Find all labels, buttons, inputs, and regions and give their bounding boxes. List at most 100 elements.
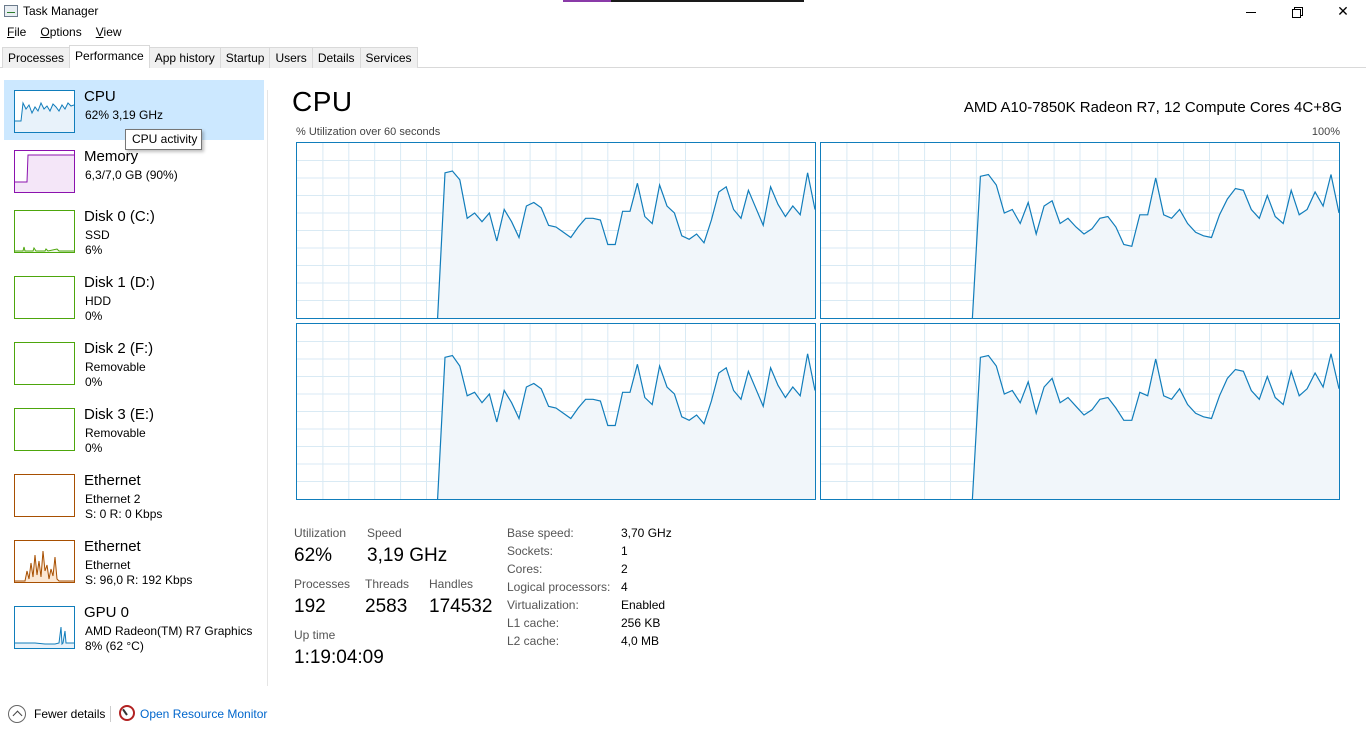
menu-file-label: ile: [14, 25, 27, 39]
menu-options-accel: O: [40, 25, 50, 39]
cpu-core-graph-svg-3: [821, 324, 1339, 499]
close-button[interactable]: ✕: [1320, 0, 1366, 23]
sidebar-title-cpu: CPU: [84, 88, 116, 105]
sidebar-subtitle-gpu0-0: AMD Radeon(TM) R7 Graphics: [85, 624, 253, 638]
sidebar-thumbnail-ethernet1: [14, 474, 75, 517]
logical-processors-value: 4: [621, 580, 628, 594]
tab-startup[interactable]: Startup: [219, 47, 271, 68]
sidebar-title-gpu0: GPU 0: [84, 604, 130, 621]
sidebar-subtitle-disk2-0: Removable: [85, 360, 146, 374]
virtualization-value: Enabled: [621, 598, 666, 612]
cpu-core-graph-svg-2: [297, 324, 815, 499]
sidebar-item-disk1[interactable]: Disk 1 (D:) HDD 0%: [4, 266, 264, 326]
sidebar-subtitle-disk1-0: HDD: [85, 294, 111, 308]
menu-view-label: iew: [103, 25, 122, 39]
processes-label: Processes: [294, 577, 351, 591]
sockets-label: Sockets:: [507, 544, 554, 558]
sockets-value: 1: [621, 544, 628, 558]
sidebar-title-disk1: Disk 1 (D:): [84, 274, 155, 291]
tab-details[interactable]: Details: [311, 47, 361, 68]
sidebar-subtitle-ethernet2-0: Ethernet: [85, 558, 131, 572]
handles-value: 174532: [429, 596, 493, 617]
logical-processors-label: Logical processors:: [507, 580, 611, 594]
sidebar-title-disk0: Disk 0 (C:): [84, 208, 155, 225]
chevron-up-icon[interactable]: [8, 705, 26, 723]
cores-value: 2: [621, 562, 628, 576]
title-bar[interactable]: Task Manager ✕: [0, 0, 1366, 23]
threads-value: 2583: [365, 596, 408, 617]
uptime-label: Up time: [294, 628, 336, 642]
speed-label: Speed: [367, 526, 402, 540]
sidebar-subtitle-disk2-1: 0%: [85, 375, 103, 389]
sidebar-sparkline-gpu0: [15, 626, 74, 648]
restore-icon: [1292, 6, 1303, 18]
sidebar-subtitle-memory-0: 6,3/7,0 GB (90%): [85, 168, 178, 182]
sidebar-subtitle-ethernet1-1: S: 0 R: 0 Kbps: [85, 507, 163, 521]
page-title: CPU: [292, 86, 353, 117]
utilization-label: Utilization: [294, 526, 347, 540]
cpu-core-graph-svg-1: [821, 143, 1339, 318]
handles-label: Handles: [429, 577, 474, 591]
tab-processes[interactable]: Processes: [2, 47, 71, 68]
sidebar-sparkline-disk1: [15, 277, 74, 318]
sidebar-sparkline-cpu: [15, 101, 74, 132]
sidebar-subtitle-ethernet2-1: S: 96,0 R: 192 Kbps: [85, 573, 193, 587]
sidebar-title-disk2: Disk 2 (F:): [84, 340, 154, 357]
sidebar-sparkline-fill-cpu: [15, 103, 74, 132]
footer-divider: [110, 706, 111, 722]
tab-performance[interactable]: Performance: [69, 45, 150, 68]
graph-caption: % Utilization over 60 seconds: [296, 126, 441, 138]
sidebar-item-gpu0[interactable]: GPU 0 AMD Radeon(TM) R7 Graphics 8% (62 °C…: [4, 596, 264, 656]
virtualization-label: Virtualization:: [507, 598, 579, 612]
sidebar-thumbnail-ethernet2: [14, 540, 75, 583]
open-resource-monitor-link[interactable]: Open Resource Monitor: [140, 707, 267, 721]
cpu-activity-tooltip: CPU activity: [125, 129, 202, 150]
tab-bar: Processes Performance App history Startu…: [2, 45, 418, 68]
sidebar-sparkline-disk3: [15, 409, 74, 450]
menu-file[interactable]: File: [0, 23, 33, 43]
sidebar-item-ethernet1[interactable]: Ethernet Ethernet 2 S: 0 R: 0 Kbps: [4, 464, 264, 524]
base-speed-label: Base speed:: [507, 526, 574, 540]
tab-app-history[interactable]: App history: [148, 47, 221, 68]
menu-view[interactable]: View: [89, 23, 129, 43]
tab-users[interactable]: Users: [269, 47, 313, 68]
sidebar-item-disk2[interactable]: Disk 2 (F:) Removable 0%: [4, 332, 264, 392]
sidebar-subtitle-gpu0-1: 8% (62 °C): [85, 639, 144, 653]
l1-cache-label: L1 cache:: [507, 616, 560, 630]
minimize-icon: [1246, 12, 1256, 13]
cores-label: Cores:: [507, 562, 543, 576]
sidebar-subtitle-disk1-1: 0%: [85, 309, 103, 323]
base-speed-value: 3,70 GHz: [621, 526, 672, 540]
sidebar-thumbnail-cpu: [14, 90, 75, 133]
sidebar-item-disk0[interactable]: Disk 0 (C:) SSD 6%: [4, 200, 264, 260]
sidebar-item-ethernet2[interactable]: Ethernet Ethernet S: 96,0 R: 192 Kbps: [4, 530, 264, 590]
menu-view-accel: V: [95, 25, 104, 39]
sidebar-title-memory: Memory: [84, 148, 139, 165]
processes-value: 192: [294, 596, 326, 617]
sidebar-subtitle-disk0-0: SSD: [85, 228, 110, 242]
minimize-button[interactable]: [1228, 0, 1274, 23]
sidebar-subtitle-disk3-0: Removable: [85, 426, 146, 440]
cpu-core-2-graph: [296, 323, 816, 500]
sidebar-subtitle-disk3-1: 0%: [85, 441, 103, 455]
l2-cache-value: 4,0 MB: [621, 634, 660, 648]
sidebar-sparkline-disk0: [15, 246, 74, 252]
sidebar-subtitle-ethernet1-0: Ethernet 2: [85, 492, 141, 506]
speed-value: 3,19 GHz: [367, 545, 448, 566]
cpu-core-1-graph: [820, 142, 1340, 319]
fewer-details-button[interactable]: Fewer details: [34, 707, 105, 721]
restore-button[interactable]: [1274, 0, 1320, 23]
footer-bar: Fewer details Open Resource Monitor: [0, 700, 1366, 730]
window-title: Task Manager: [23, 4, 99, 18]
sidebar-thumbnail-gpu0: [14, 606, 75, 649]
cpu-core-graph-area-1: [972, 174, 1339, 318]
sidebar-sparkline-ethernet2: [15, 550, 74, 582]
sidebar-sparkline-disk2: [15, 343, 74, 384]
sidebar-title-disk3: Disk 3 (E:): [84, 406, 155, 423]
menu-options[interactable]: Options: [33, 23, 88, 43]
graph-max-label: 100%: [1311, 126, 1340, 138]
tab-services[interactable]: Services: [359, 47, 418, 68]
resource-monitor-icon[interactable]: [119, 705, 135, 721]
sidebar-sparkline-ethernet1: [15, 475, 74, 516]
sidebar-item-disk3[interactable]: Disk 3 (E:) Removable 0%: [4, 398, 264, 458]
